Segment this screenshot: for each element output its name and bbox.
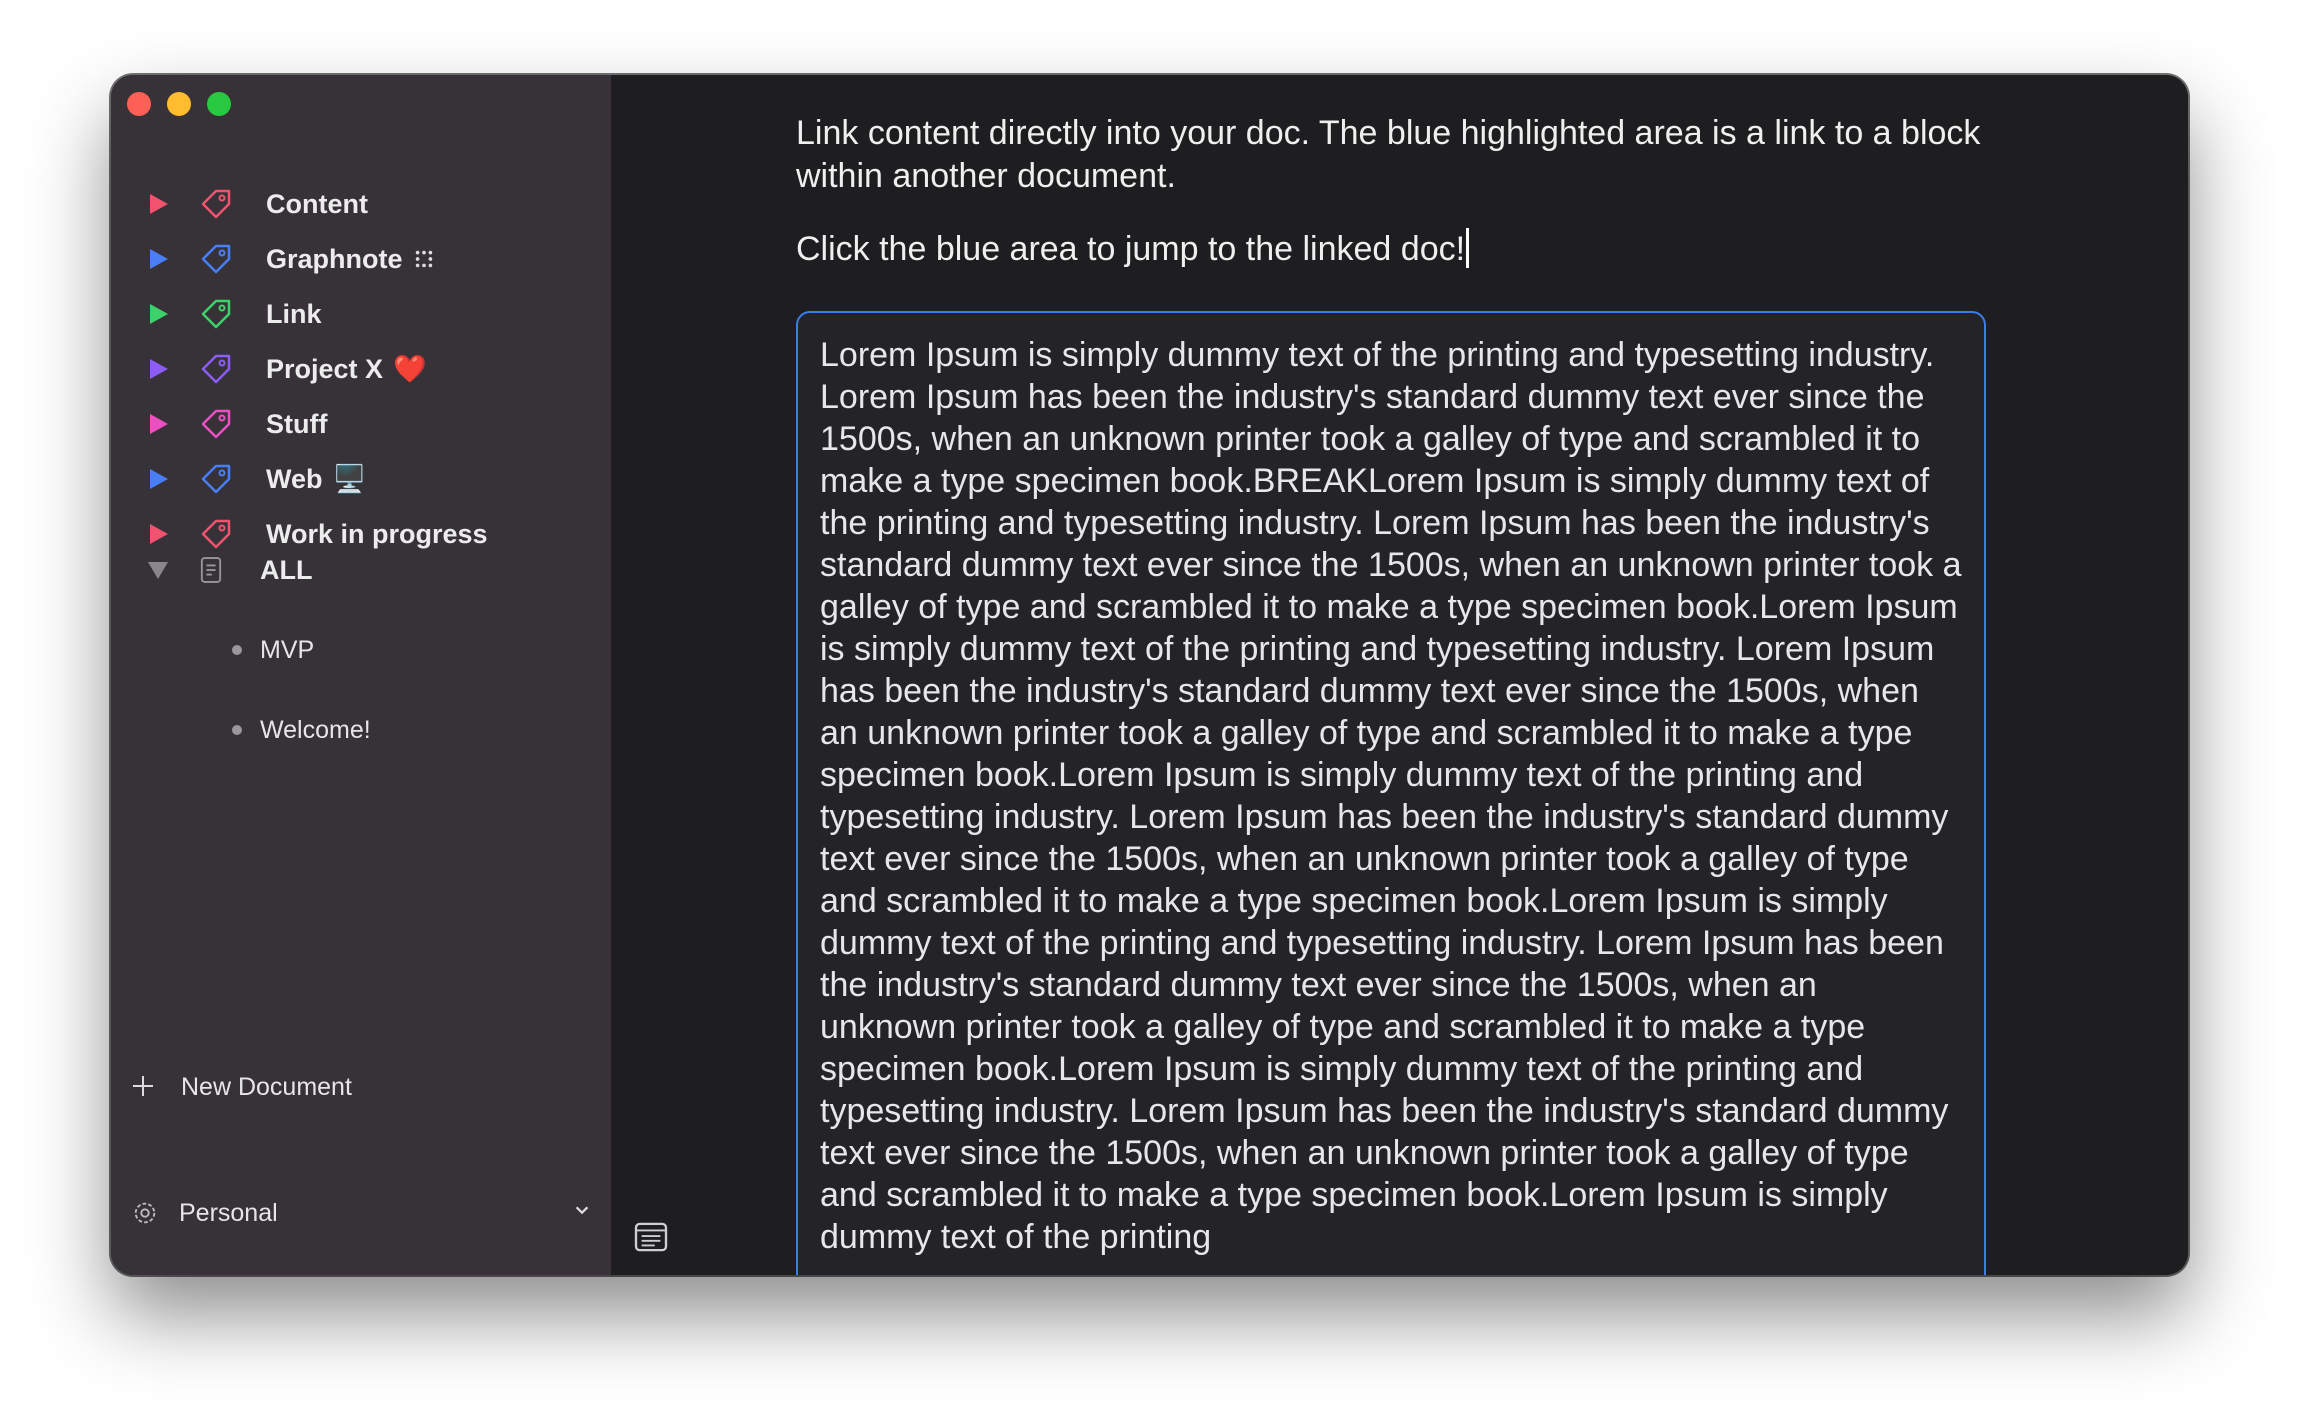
tag-icon: [201, 244, 231, 274]
tag-name: Content: [266, 188, 368, 219]
sidebar-tag-content[interactable]: Content: [111, 176, 611, 232]
sidebar-tag-label: Content: [266, 189, 368, 220]
tag-icon: [201, 189, 231, 219]
sidebar-doc-welcome[interactable]: Welcome!: [111, 705, 611, 755]
sidebar-tag-label: Link: [266, 299, 322, 330]
sidebar-group-all[interactable]: ALL: [111, 542, 611, 598]
tag-emoji: ❤️: [393, 354, 427, 384]
disclosure-triangle-icon[interactable]: [147, 192, 169, 216]
graph-dots-icon: [415, 250, 432, 268]
sidebar-tag-label: Web 🖥️: [266, 463, 366, 495]
instruction-text: Click the blue area to jump to the linke…: [796, 230, 1466, 268]
editor: Link content directly into your doc. The…: [611, 75, 2188, 1275]
tag-name: Graphnote: [266, 243, 403, 274]
sidebar-tag-web[interactable]: Web 🖥️: [111, 451, 611, 507]
sidebar-doc-label: Welcome!: [260, 715, 371, 744]
expanded-triangle-icon[interactable]: [147, 558, 169, 582]
sidebar-tag-label: Project X ❤️: [266, 353, 427, 385]
minimize-window-button[interactable]: [167, 92, 191, 116]
intro-text[interactable]: Link content directly into your doc. The…: [796, 112, 2016, 198]
tag-name: Link: [266, 298, 322, 329]
sidebar-tag-graphnote[interactable]: Graphnote: [111, 231, 611, 287]
tag-emoji: 🖥️: [332, 464, 367, 494]
close-window-button[interactable]: [127, 92, 151, 116]
tag-icon: [201, 464, 231, 494]
workspace-label: Personal: [179, 1198, 278, 1227]
gear-icon: [134, 1202, 156, 1224]
sidebar-tag-project-x[interactable]: Project X ❤️: [111, 341, 611, 397]
instruction-line[interactable]: Click the blue area to jump to the linke…: [796, 228, 2016, 271]
chevron-down-icon: [575, 1206, 589, 1215]
disclosure-triangle-icon[interactable]: [147, 302, 169, 326]
sidebar-doc-label: MVP: [260, 635, 315, 664]
plus-icon: [131, 1070, 167, 1104]
disclosure-triangle-icon[interactable]: [147, 357, 169, 381]
app-window: Content Graphnote Link Project X ❤️ Stuff Web 🖥…: [111, 75, 2188, 1275]
tag-icon: [201, 409, 231, 439]
sidebar-toggle-icon[interactable]: [634, 1222, 668, 1252]
sidebar-tag-link[interactable]: Link: [111, 286, 611, 342]
disclosure-triangle-icon[interactable]: [147, 467, 169, 491]
tag-name: Web: [266, 463, 323, 494]
sidebar-group-label: ALL: [260, 554, 313, 585]
tag-name: Stuff: [266, 408, 328, 439]
zoom-window-button[interactable]: [207, 92, 231, 116]
sidebar: Content Graphnote Link Project X ❤️ Stuff Web 🖥…: [111, 75, 611, 1275]
sidebar-tag-stuff[interactable]: Stuff: [111, 396, 611, 452]
text-cursor: [1466, 228, 1470, 268]
tag-name: Project X: [266, 353, 384, 384]
workspace-selector[interactable]: Personal: [131, 1189, 591, 1237]
sidebar-tag-label: Graphnote: [266, 244, 435, 275]
document-icon: [200, 557, 222, 583]
sidebar-doc-mvp[interactable]: MVP: [111, 625, 611, 675]
new-document-button[interactable]: New Document: [131, 1065, 352, 1109]
linked-block[interactable]: Lorem Ipsum is simply dummy text of the …: [796, 311, 1986, 1275]
tag-icon: [201, 299, 231, 329]
sidebar-tag-label: Stuff: [266, 409, 327, 440]
disclosure-triangle-icon[interactable]: [147, 412, 169, 436]
linked-block-text: Lorem Ipsum is simply dummy text of the …: [820, 336, 1962, 1256]
bullet-icon: [232, 645, 242, 655]
new-document-label: New Document: [181, 1072, 352, 1101]
tag-icon: [201, 354, 231, 384]
bullet-icon: [232, 725, 242, 735]
disclosure-triangle-icon[interactable]: [147, 247, 169, 271]
